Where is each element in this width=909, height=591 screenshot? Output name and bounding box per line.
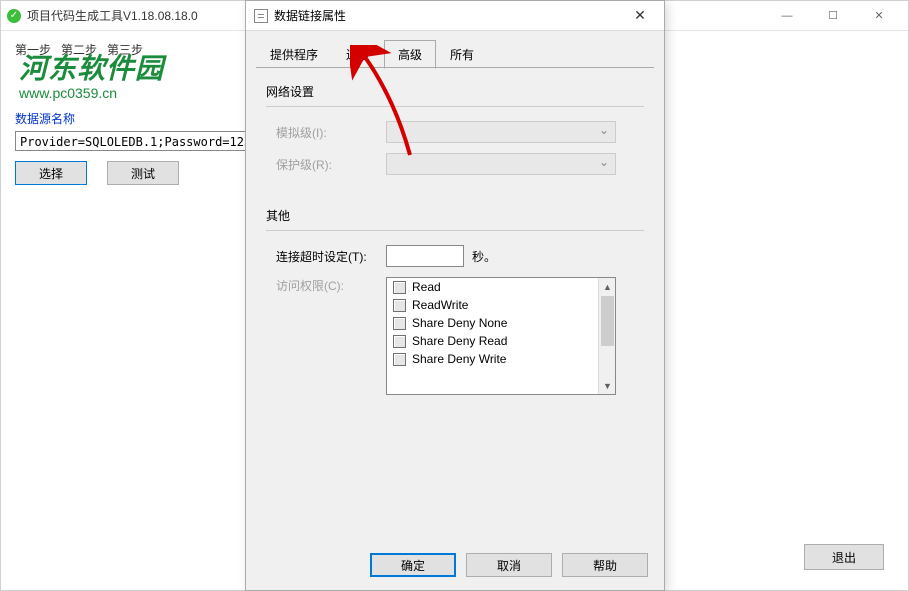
dialog-titlebar: 数据链接属性 ✕ [246, 1, 664, 31]
app-icon: ✓ [7, 9, 21, 23]
other-group-label: 其他 [266, 207, 644, 224]
list-item: Share Deny Write [387, 350, 615, 368]
list-item: ReadWrite [387, 296, 615, 314]
step-2[interactable]: 第二步 [61, 41, 97, 58]
list-item: Read [387, 278, 615, 296]
dialog-title: 数据链接属性 [274, 7, 620, 24]
impersonation-combo[interactable] [386, 121, 616, 143]
checkbox-icon[interactable] [393, 299, 406, 312]
access-listbox[interactable]: Read ReadWrite Share Deny None Share Den… [386, 277, 616, 395]
dialog-close-button[interactable]: ✕ [620, 3, 660, 29]
scroll-down-icon[interactable]: ▼ [599, 377, 616, 394]
access-label: 访问权限(C): [276, 277, 386, 294]
help-button[interactable]: 帮助 [562, 553, 648, 577]
window-controls: — ☐ ✕ [764, 2, 902, 30]
checkbox-icon[interactable] [393, 317, 406, 330]
scrollbar[interactable]: ▲ ▼ [598, 278, 615, 394]
exit-button[interactable]: 退出 [804, 544, 884, 570]
close-button[interactable]: ✕ [856, 2, 902, 30]
test-button[interactable]: 测试 [107, 161, 179, 185]
timeout-label: 连接超时设定(T): [276, 248, 386, 265]
timeout-input[interactable] [386, 245, 464, 267]
ok-button[interactable]: 确定 [370, 553, 456, 577]
data-link-dialog: 数据链接属性 ✕ 提供程序 连接 高级 所有 网络设置 模拟级(I): 保护级(… [245, 0, 665, 591]
checkbox-icon[interactable] [393, 335, 406, 348]
network-group-label: 网络设置 [266, 83, 644, 100]
impersonation-label: 模拟级(I): [276, 124, 386, 141]
tab-advanced[interactable]: 高级 [384, 40, 436, 69]
minimize-button[interactable]: — [764, 2, 810, 30]
tab-border [256, 67, 654, 68]
maximize-button[interactable]: ☐ [810, 2, 856, 30]
timeout-suffix: 秒。 [472, 248, 496, 265]
other-group: 连接超时设定(T): 秒。 访问权限(C): Read ReadWrite Sh… [266, 230, 644, 419]
protection-label: 保护级(R): [276, 156, 386, 173]
list-item: Share Deny None [387, 314, 615, 332]
network-group: 模拟级(I): 保护级(R): [266, 106, 644, 199]
scroll-thumb[interactable] [601, 296, 614, 346]
cancel-button[interactable]: 取消 [466, 553, 552, 577]
select-button[interactable]: 选择 [15, 161, 87, 185]
protection-combo[interactable] [386, 153, 616, 175]
tab-all[interactable]: 所有 [436, 40, 488, 69]
list-item: Share Deny Read [387, 332, 615, 350]
checkbox-icon[interactable] [393, 353, 406, 366]
checkbox-icon[interactable] [393, 281, 406, 294]
step-3[interactable]: 第三步 [107, 41, 143, 58]
dialog-body: 网络设置 模拟级(I): 保护级(R): 其他 连接超时设定(T): 秒。 访问… [246, 69, 664, 441]
scroll-up-icon[interactable]: ▲ [599, 278, 616, 295]
tab-provider[interactable]: 提供程序 [256, 40, 332, 69]
tab-connection[interactable]: 连接 [332, 40, 384, 69]
tabstrip: 提供程序 连接 高级 所有 [246, 31, 664, 68]
dialog-footer: 确定 取消 帮助 [246, 540, 664, 590]
dialog-icon [254, 9, 268, 23]
step-1[interactable]: 第一步 [15, 41, 51, 58]
